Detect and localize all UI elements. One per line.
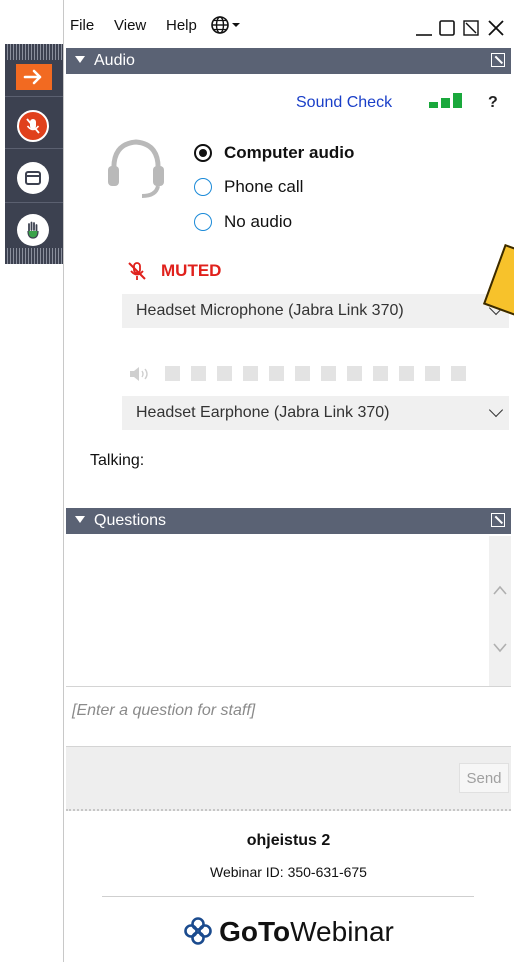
close-button[interactable]: [486, 18, 506, 43]
meter-segment: [425, 366, 440, 381]
minimize-button[interactable]: [414, 19, 434, 42]
speaker-icon: [130, 367, 148, 381]
meter-segment: [269, 366, 284, 381]
option-phone-call-label: Phone call: [224, 177, 304, 196]
webinar-id: Webinar ID: 350-631-675: [210, 864, 367, 880]
meter-segment: [191, 366, 206, 381]
talking-label: Talking:: [90, 452, 145, 469]
meter-segment: [373, 366, 388, 381]
mute-status: MUTED: [161, 261, 222, 280]
arrow-right-icon: [23, 69, 42, 85]
meter-segment: [295, 366, 310, 381]
close-icon: [488, 20, 504, 36]
option-computer-audio-label: Computer audio: [224, 143, 355, 162]
speaker-select[interactable]: Headset Earphone (Jabra Link 370): [122, 396, 509, 430]
help-icon[interactable]: ?: [488, 94, 498, 112]
send-bar: Send: [66, 747, 511, 811]
restore-icon: [439, 20, 455, 36]
collapse-panel-button[interactable]: [16, 64, 52, 90]
meter-segment: [451, 366, 466, 381]
questions-list: [66, 536, 511, 687]
microphone-select-value: Headset Microphone (Jabra Link 370): [136, 302, 404, 319]
globe-icon: [211, 16, 240, 34]
radio-no-audio[interactable]: [194, 213, 212, 231]
meter-segment: [347, 366, 362, 381]
restore-button[interactable]: [438, 19, 456, 42]
language-menu[interactable]: [210, 15, 244, 40]
option-no-audio-label: No audio: [224, 212, 293, 231]
sound-check-link[interactable]: Sound Check: [296, 94, 392, 112]
speaker-select-value: Headset Earphone (Jabra Link 370): [136, 404, 390, 421]
gotowebinar-control-window: File View Help Audio Sound Check ? Compu…: [63, 0, 514, 962]
popout-icon: [463, 20, 479, 36]
menu-bar: File View Help: [64, 0, 514, 46]
screen-view-button[interactable]: [17, 162, 49, 194]
popout-section-icon[interactable]: [491, 53, 505, 67]
panel-grip-bottom[interactable]: [5, 248, 63, 264]
audio-section-header[interactable]: Audio: [66, 48, 511, 74]
brand-light: Webinar: [290, 916, 394, 947]
questions-scrollbar[interactable]: [489, 536, 511, 686]
scroll-up-icon[interactable]: [492, 584, 508, 596]
microphone-muted-icon: [128, 262, 146, 280]
control-panel-sidebar: [5, 44, 63, 264]
collapse-triangle-icon: [75, 56, 85, 63]
questions-section-header[interactable]: Questions: [66, 508, 511, 534]
panel-grip-top[interactable]: [5, 44, 63, 60]
collapse-triangle-icon: [75, 516, 85, 523]
meter-segment: [165, 366, 180, 381]
mute-toggle-button[interactable]: [17, 110, 49, 142]
audio-header-label: Audio: [94, 52, 135, 69]
brand-bold: GoTo: [219, 916, 291, 947]
radio-phone-call[interactable]: [194, 178, 212, 196]
popout-section-icon[interactable]: [491, 513, 505, 527]
meter-segment: [321, 366, 336, 381]
chevron-down-icon: [488, 402, 504, 418]
scroll-down-icon[interactable]: [492, 642, 508, 654]
send-button[interactable]: Send: [459, 763, 509, 793]
meter-segment: [217, 366, 232, 381]
question-input[interactable]: [Enter a question for staff]: [66, 688, 511, 747]
microphone-muted-icon: [26, 118, 40, 134]
meter-segment: [399, 366, 414, 381]
headset-icon: [108, 139, 164, 198]
question-input-placeholder: [Enter a question for staff]: [72, 702, 256, 719]
footer-divider: [102, 896, 474, 897]
menu-help[interactable]: Help: [166, 17, 197, 34]
signal-strength-icon: [429, 93, 462, 108]
raise-hand-button[interactable]: [17, 214, 49, 246]
minimize-icon: [416, 34, 432, 36]
gotowebinar-flower-icon: [184, 917, 212, 945]
meter-segment: [243, 366, 258, 381]
gotowebinar-logo: GoToWebinar: [66, 916, 511, 948]
microphone-select[interactable]: Headset Microphone (Jabra Link 370): [122, 294, 509, 328]
hand-icon: [27, 221, 39, 239]
radio-computer-audio[interactable]: [194, 144, 212, 162]
menu-view[interactable]: View: [114, 17, 146, 34]
questions-header-label: Questions: [94, 512, 167, 529]
menu-file[interactable]: File: [70, 17, 94, 34]
webinar-info-footer: ohjeistus 2 Webinar ID: 350-631-675 GoTo…: [66, 812, 511, 962]
webinar-title: ohjeistus 2: [246, 832, 331, 849]
popout-button[interactable]: [462, 19, 480, 42]
window-icon: [25, 171, 41, 185]
